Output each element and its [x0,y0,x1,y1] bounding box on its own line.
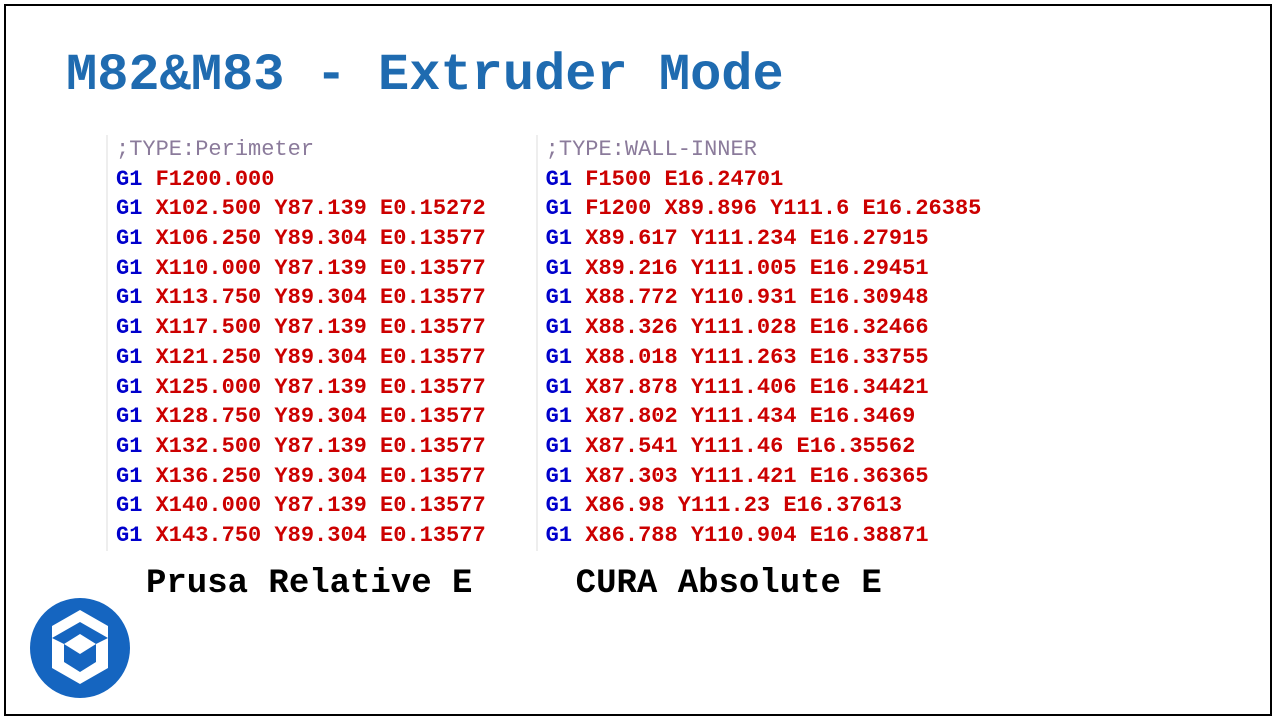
left-caption: Prusa Relative E [146,565,486,603]
gcode-params: F1500 E16.24701 [585,167,783,192]
gcode-params: X88.326 Y111.028 E16.32466 [585,315,928,340]
gcode-line: G1 X102.500 Y87.139 E0.15272 [116,194,486,224]
gcode-params: X113.750 Y89.304 E0.13577 [156,285,486,310]
gcode-comment: ;TYPE:WALL-INNER [546,135,982,165]
gcode-command: G1 [116,523,142,548]
gcode-command: G1 [116,256,142,281]
gcode-command: G1 [546,315,572,340]
gcode-line: G1 X128.750 Y89.304 E0.13577 [116,402,486,432]
slide: M82&M83 - Extruder Mode ;TYPE:Perimeter … [4,4,1272,716]
gcode-command: G1 [546,345,572,370]
gcode-params: X110.000 Y87.139 E0.13577 [156,256,486,281]
gcode-line: G1 X88.018 Y111.263 E16.33755 [546,343,982,373]
gcode-command: G1 [546,196,572,221]
gcode-line: G1 X86.788 Y110.904 E16.38871 [546,521,982,551]
gcode-line: G1 X89.617 Y111.234 E16.27915 [546,224,982,254]
gcode-line: G1 X87.303 Y111.421 E16.36365 [546,462,982,492]
gcode-line: G1 X87.878 Y111.406 E16.34421 [546,373,982,403]
gcode-params: F1200.000 [156,167,275,192]
gcode-line: G1 X106.250 Y89.304 E0.13577 [116,224,486,254]
gcode-line: G1 X88.772 Y110.931 E16.30948 [546,283,982,313]
gcode-line: G1 X140.000 Y87.139 E0.13577 [116,491,486,521]
gcode-line: G1 X113.750 Y89.304 E0.13577 [116,283,486,313]
gcode-line: G1 F1200 X89.896 Y111.6 E16.26385 [546,194,982,224]
gcode-params: X87.802 Y111.434 E16.3469 [585,404,915,429]
gcode-command: G1 [116,315,142,340]
gcode-params: X140.000 Y87.139 E0.13577 [156,493,486,518]
gcode-line: G1 X88.326 Y111.028 E16.32466 [546,313,982,343]
gcode-command: G1 [116,404,142,429]
gcode-params: X136.250 Y89.304 E0.13577 [156,464,486,489]
gcode-params: X86.788 Y110.904 E16.38871 [585,523,928,548]
gcode-params: X143.750 Y89.304 E0.13577 [156,523,486,548]
gcode-command: G1 [116,375,142,400]
gcode-command: G1 [546,375,572,400]
gcode-command: G1 [116,434,142,459]
columns: ;TYPE:Perimeter G1 F1200.000G1 X102.500 … [66,135,1210,603]
gcode-line: G1 X121.250 Y89.304 E0.13577 [116,343,486,373]
gcode-line: G1 X86.98 Y111.23 E16.37613 [546,491,982,521]
gcode-command: G1 [116,345,142,370]
gcode-params: X89.617 Y111.234 E16.27915 [585,226,928,251]
gcode-command: G1 [546,404,572,429]
gcode-params: X88.018 Y111.263 E16.33755 [585,345,928,370]
left-column: ;TYPE:Perimeter G1 F1200.000G1 X102.500 … [106,135,486,603]
gcode-command: G1 [116,196,142,221]
gcode-command: G1 [546,523,572,548]
gcode-line: G1 X132.500 Y87.139 E0.13577 [116,432,486,462]
gcode-params: X117.500 Y87.139 E0.13577 [156,315,486,340]
gcode-params: X87.878 Y111.406 E16.34421 [585,375,928,400]
gcode-line: G1 X87.802 Y111.434 E16.3469 [546,402,982,432]
gcode-line: G1 X125.000 Y87.139 E0.13577 [116,373,486,403]
right-code-block: ;TYPE:WALL-INNER G1 F1500 E16.24701G1 F1… [536,135,982,551]
gcode-params: X89.216 Y111.005 E16.29451 [585,256,928,281]
gcode-params: X86.98 Y111.23 E16.37613 [585,493,902,518]
gcode-command: G1 [116,167,142,192]
page-title: M82&M83 - Extruder Mode [66,46,1210,105]
gcode-command: G1 [116,464,142,489]
gcode-line: G1 F1200.000 [116,165,486,195]
gcode-params: X87.303 Y111.421 E16.36365 [585,464,928,489]
gcode-params: X128.750 Y89.304 E0.13577 [156,404,486,429]
gcode-command: G1 [546,226,572,251]
gcode-command: G1 [116,226,142,251]
gcode-line: G1 X89.216 Y111.005 E16.29451 [546,254,982,284]
gcode-line: G1 F1500 E16.24701 [546,165,982,195]
gcode-line: G1 X143.750 Y89.304 E0.13577 [116,521,486,551]
gcode-params: X132.500 Y87.139 E0.13577 [156,434,486,459]
gcode-command: G1 [546,434,572,459]
gcode-params: X121.250 Y89.304 E0.13577 [156,345,486,370]
gcode-command: G1 [546,285,572,310]
gcode-command: G1 [546,256,572,281]
gcode-line: G1 X136.250 Y89.304 E0.13577 [116,462,486,492]
brand-logo-icon [30,598,130,698]
gcode-line: G1 X110.000 Y87.139 E0.13577 [116,254,486,284]
right-caption: CURA Absolute E [576,565,982,603]
left-code-block: ;TYPE:Perimeter G1 F1200.000G1 X102.500 … [106,135,486,551]
gcode-command: G1 [546,493,572,518]
gcode-params: X125.000 Y87.139 E0.13577 [156,375,486,400]
gcode-command: G1 [116,493,142,518]
gcode-params: F1200 X89.896 Y111.6 E16.26385 [585,196,981,221]
right-column: ;TYPE:WALL-INNER G1 F1500 E16.24701G1 F1… [536,135,982,603]
gcode-command: G1 [546,464,572,489]
gcode-line: G1 X117.500 Y87.139 E0.13577 [116,313,486,343]
gcode-params: X87.541 Y111.46 E16.35562 [585,434,915,459]
gcode-params: X106.250 Y89.304 E0.13577 [156,226,486,251]
gcode-command: G1 [546,167,572,192]
gcode-command: G1 [116,285,142,310]
gcode-line: G1 X87.541 Y111.46 E16.35562 [546,432,982,462]
gcode-params: X88.772 Y110.931 E16.30948 [585,285,928,310]
gcode-params: X102.500 Y87.139 E0.15272 [156,196,486,221]
gcode-comment: ;TYPE:Perimeter [116,135,486,165]
